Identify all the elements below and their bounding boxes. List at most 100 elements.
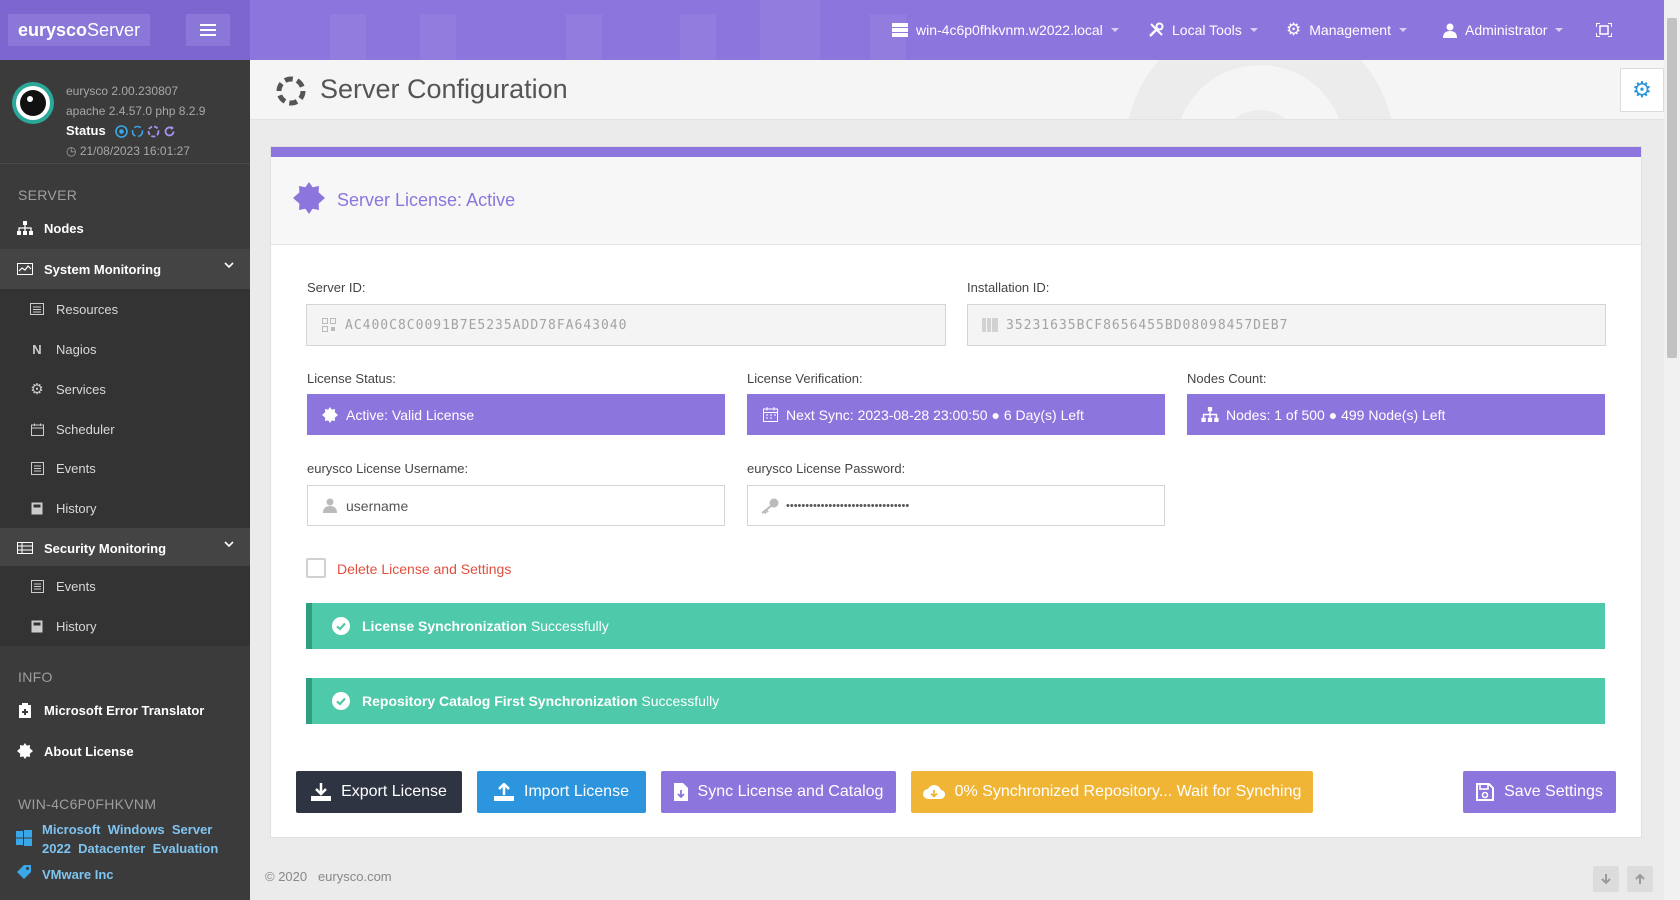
scroll-down-button[interactable] (1593, 866, 1619, 892)
scrollbar-thumb[interactable] (1667, 18, 1677, 358)
cloud-download-icon (922, 784, 945, 800)
windows-icon (16, 830, 32, 858)
list-icon (28, 300, 46, 318)
sidebar-group-label: System Monitoring (44, 261, 162, 277)
sidebar-item-label: History (56, 500, 97, 516)
sidebar-item-label: Events (56, 578, 96, 594)
os-name: Microsoft Windows Server 2022 Datacenter… (42, 822, 220, 856)
local-tools-menu[interactable]: Local Tools (1148, 18, 1258, 42)
server-id-label: Server ID: (307, 280, 366, 295)
top-navbar: win-4c6p0fhkvnm.w2022.local Local Tools … (250, 0, 1664, 60)
delete-license-checkbox[interactable] (306, 558, 326, 578)
key-icon (760, 498, 780, 514)
sidebar-group-security-monitoring[interactable]: Security Monitoring (0, 528, 250, 568)
save-settings-button[interactable]: Save Settings (1463, 771, 1616, 813)
copyright-text: © 2020 eurysco.com (265, 869, 392, 884)
gear-icon: ⚙ (1632, 77, 1652, 102)
nodes-count-field[interactable]: Nodes: 1 of 500 ● 499 Node(s) Left (1187, 394, 1605, 435)
page-title: Server Configuration (320, 74, 568, 104)
sidebar-item-services[interactable]: ⚙ Services (0, 369, 250, 409)
license-status-field[interactable]: Active: Valid License (307, 394, 725, 435)
sidebar-item-label: Scheduler (56, 421, 115, 437)
sidebar-item-events[interactable]: Events (0, 448, 250, 488)
save-icon (1476, 783, 1495, 801)
sidebar-item-about-license[interactable]: About License (0, 731, 250, 771)
export-license-button[interactable]: Export License (296, 771, 462, 813)
header-watermark (1128, 60, 1392, 119)
sidebar-item-security-events[interactable]: Events (0, 566, 250, 606)
settings-gear-button[interactable]: ⚙ (1620, 68, 1664, 112)
caret-down-icon (1249, 28, 1258, 32)
delete-license-label[interactable]: Delete License and Settings (337, 561, 511, 577)
repository-sync-button[interactable]: 0% Synchronized Repository... Wait for S… (911, 771, 1313, 813)
book-icon (28, 499, 46, 517)
page-scrollbar[interactable] (1664, 0, 1680, 900)
local-tools-label: Local Tools (1172, 22, 1242, 38)
host-menu[interactable]: win-4c6p0fhkvnm.w2022.local (892, 18, 1119, 42)
server-id-field[interactable]: AC400C8C0091B7E5235ADD78FA643040 (306, 304, 946, 346)
sidebar-item-resources[interactable]: Resources (0, 289, 250, 329)
sidebar-item-error-translator[interactable]: Microsoft Error Translator (0, 690, 250, 730)
footer: © 2020 eurysco.com (250, 856, 1664, 900)
button-label: Sync License and Catalog (697, 783, 884, 800)
alert-title: License Synchronization (362, 618, 527, 634)
os-info: Microsoft Windows Server 2022 Datacenter… (16, 820, 246, 858)
arrow-up-icon (1635, 873, 1645, 884)
section-server: SERVER (18, 187, 78, 203)
server-profile: eurysco 2.00.230807 apache 2.4.57.0 php … (0, 60, 250, 164)
license-verification-field[interactable]: Next Sync: 2023-08-28 23:00:50 ● 6 Day(s… (747, 394, 1165, 435)
caret-down-icon (1110, 28, 1119, 32)
sidebar-item-history[interactable]: History (0, 488, 250, 528)
alert-repository-sync: Repository Catalog First Synchronization… (306, 678, 1605, 724)
brand-name-bold: eurysco (18, 19, 88, 40)
sync-license-button[interactable]: Sync License and Catalog (661, 771, 896, 813)
nodes-count-value: Nodes: 1 of 500 ● 499 Node(s) Left (1226, 406, 1446, 423)
sidebar-item-label: Events (56, 460, 96, 476)
installation-id-label: Installation ID: (967, 280, 1050, 295)
app: eurysco Server eurysco 2.00.230807 apache… (0, 0, 1680, 900)
tools-icon (1148, 22, 1164, 38)
license-password-input[interactable]: •••••••••••••••••••••••••••••••• (747, 485, 1165, 526)
vendor-info: VMware Inc (16, 864, 114, 885)
table-icon (16, 539, 34, 557)
caret-down-icon (1398, 28, 1407, 32)
management-menu[interactable]: ⚙ Management (1286, 18, 1407, 42)
status-service-icon (115, 125, 129, 138)
sidebar-item-label: Nagios (56, 341, 97, 357)
arrow-down-icon (1601, 874, 1611, 885)
server-icon (892, 23, 908, 37)
nodes-count-label: Nodes Count: (1187, 371, 1267, 386)
calendar-icon (760, 407, 780, 422)
download-icon (311, 783, 332, 801)
sidebar-item-nagios[interactable]: N Nagios (0, 329, 250, 369)
user-menu[interactable]: Administrator (1443, 18, 1564, 42)
fullscreen-icon[interactable] (1596, 18, 1612, 42)
file-download-icon (673, 783, 688, 801)
license-username-input[interactable]: username (307, 485, 725, 526)
sidebar-item-label: About License (44, 743, 134, 759)
cogs-icon: ⚙ (1286, 20, 1302, 39)
license-password-value: •••••••••••••••••••••••••••••••• (786, 499, 910, 512)
license-verification-label: License Verification: (747, 371, 863, 386)
sidebar-group-system-monitoring[interactable]: System Monitoring (0, 249, 250, 289)
check-circle-icon (332, 617, 350, 635)
status-sync-icon (132, 125, 144, 138)
sitemap-icon (16, 219, 34, 237)
import-license-button[interactable]: Import License (477, 771, 646, 813)
button-label: 0% Synchronized Repository... Wait for S… (954, 783, 1302, 800)
installation-id-field[interactable]: 35231635BCF8656455BD08098457DEB7 (967, 304, 1606, 346)
brand-logo[interactable]: eurysco Server (8, 14, 151, 46)
section-host: WIN-4C6P0FHKVNM (18, 796, 157, 812)
card-header: Server License: Active (271, 157, 1641, 245)
cog-loader-icon (274, 74, 308, 113)
installation-id-value: 35231635BCF8656455BD08098457DEB7 (1006, 317, 1289, 333)
menu-toggle-icon[interactable] (186, 14, 231, 46)
alert-license-sync: License Synchronization Successfully (306, 603, 1605, 649)
sidebar-item-nodes[interactable]: Nodes (0, 208, 250, 248)
button-label: Export License (341, 783, 447, 800)
scroll-up-button[interactable] (1627, 866, 1653, 892)
sidebar-item-security-history[interactable]: History (0, 606, 250, 646)
caret-down-icon (1555, 28, 1564, 32)
sidebar-item-scheduler[interactable]: Scheduler (0, 409, 250, 449)
vendor-name: VMware Inc (42, 867, 114, 882)
